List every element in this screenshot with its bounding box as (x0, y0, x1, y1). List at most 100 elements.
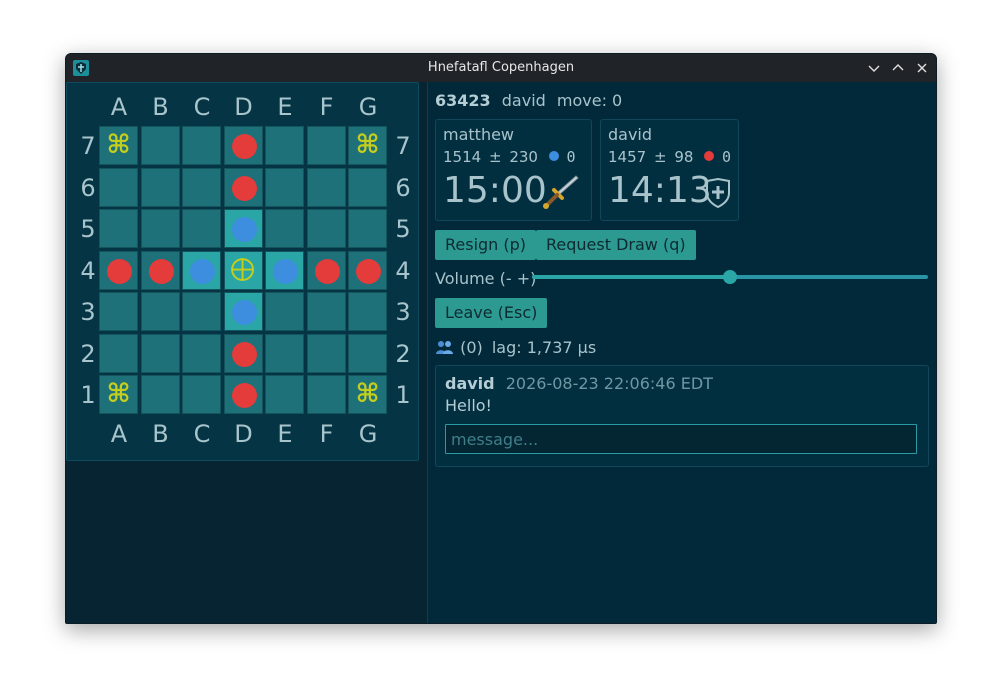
board-square-f6[interactable] (306, 167, 346, 207)
chat-input[interactable] (445, 424, 917, 454)
board-square-f1[interactable] (306, 375, 346, 414)
game-header: 63423 david move: 0 (435, 91, 622, 110)
board-square-a7[interactable]: ⌘ (99, 126, 138, 165)
minimize-icon[interactable] (866, 60, 882, 76)
maximize-icon[interactable] (890, 60, 906, 76)
board-pane: A A B B C C D D E E F F G G 7 7 6 6 5 5 4 4 3 3 2 2 1 1 ⌘ ⌘ ⌘ ⌘ (66, 82, 428, 623)
board-square-g3[interactable] (348, 292, 387, 331)
column-label-e: E (277, 93, 293, 121)
game-board: A A B B C C D D E E F F G G 7 7 6 6 5 5 4 4 3 3 2 2 1 1 ⌘ ⌘ ⌘ ⌘ (66, 82, 419, 461)
chat-message: david 2026-08-23 22:06:46 EDT (445, 374, 713, 393)
attacker-piece[interactable] (356, 258, 381, 284)
column-label-b: B (152, 93, 169, 121)
board-square-d7[interactable] (223, 126, 263, 165)
rating-deviation: 98 (674, 148, 694, 166)
board-square-e5[interactable] (265, 209, 304, 248)
board-square-a3[interactable] (99, 292, 138, 331)
attacker-piece[interactable] (231, 341, 257, 367)
attacker-piece[interactable] (231, 134, 257, 159)
board-square-e3[interactable] (265, 292, 304, 331)
board-square-a4[interactable] (99, 250, 138, 290)
board-square-c6[interactable] (182, 167, 221, 207)
column-label-c: C (193, 93, 211, 121)
board-square-f5[interactable] (306, 209, 346, 248)
board-square-d2[interactable] (223, 333, 263, 373)
board-square-b6[interactable] (140, 167, 180, 207)
board-square-c3[interactable] (182, 292, 221, 331)
board-square-c5[interactable] (182, 209, 221, 248)
board-square-e1[interactable] (265, 375, 304, 414)
player-rating: 1514 ± 230 0 (443, 148, 576, 166)
attacker-piece[interactable] (314, 258, 340, 284)
board-square-c7[interactable] (182, 126, 221, 165)
user-count: (0) (460, 338, 483, 357)
attacker-piece[interactable] (231, 175, 257, 201)
close-icon[interactable] (914, 60, 930, 76)
board-square-b1[interactable] (140, 375, 180, 414)
board-square-e7[interactable] (265, 126, 304, 165)
rating-value: 1514 (443, 148, 482, 166)
board-square-f4[interactable] (306, 250, 346, 290)
users-icon (436, 341, 453, 354)
leave-button[interactable]: Leave (Esc) (435, 298, 548, 328)
board-square-g6[interactable] (348, 167, 387, 207)
column-label-f: F (319, 93, 334, 121)
board-square-a1[interactable]: ⌘ (99, 375, 138, 414)
board-square-g2[interactable] (348, 333, 387, 373)
request-draw-button[interactable]: Request Draw (q) (536, 230, 696, 260)
defender-piece[interactable] (231, 300, 257, 325)
board-square-e4[interactable] (265, 250, 304, 290)
column-label-d: D (234, 420, 253, 448)
row-label-6: 6 (80, 173, 96, 202)
board-square-a2[interactable] (99, 333, 138, 373)
board-square-b3[interactable] (140, 292, 180, 331)
rating-value: 1457 (608, 148, 647, 166)
board-square-e2[interactable] (265, 333, 304, 373)
board-square-c4[interactable] (182, 250, 221, 290)
resign-button[interactable]: Resign (p) (435, 230, 537, 260)
player-name: david (608, 125, 653, 144)
column-label-a: A (110, 93, 128, 121)
board-square-g7[interactable]: ⌘ (348, 126, 387, 165)
board-square-f3[interactable] (306, 292, 346, 331)
row-label-1: 1 (80, 381, 96, 409)
board-square-d1[interactable] (223, 375, 263, 414)
board-square-f2[interactable] (306, 333, 346, 373)
attacker-piece[interactable] (231, 383, 257, 408)
shield-icon (706, 178, 730, 208)
board-square-g5[interactable] (348, 209, 387, 248)
defender-piece[interactable] (231, 217, 257, 242)
defender-piece[interactable] (273, 258, 298, 284)
volume-handle[interactable] (723, 270, 737, 284)
message-text: Hello! (445, 396, 492, 415)
rating-sep: ± (653, 148, 667, 166)
player-clock: 14:13 (608, 170, 712, 211)
capture-count: 0 (721, 148, 732, 166)
board-square-e6[interactable] (265, 167, 304, 207)
board-square-d5[interactable] (223, 209, 263, 248)
board-square-c1[interactable] (182, 375, 221, 414)
board-square-a6[interactable] (99, 167, 138, 207)
board-square-g4[interactable] (348, 250, 387, 290)
player-card-2: david 1457 ± 98 0 14:13 (600, 119, 739, 221)
column-label-f: F (319, 420, 334, 448)
attacker-piece[interactable] (148, 258, 174, 284)
king-piece-icon[interactable] (225, 252, 262, 289)
board-square-d3[interactable] (223, 292, 263, 331)
board-square-f7[interactable] (306, 126, 346, 165)
board-square-b4[interactable] (140, 250, 180, 290)
board-square-d6[interactable] (223, 167, 263, 207)
volume-slider[interactable] (532, 270, 928, 284)
board-square-c2[interactable] (182, 333, 221, 373)
board-square-b2[interactable] (140, 333, 180, 373)
board-square-g1[interactable]: ⌘ (348, 375, 387, 414)
board-square-b7[interactable] (140, 126, 180, 165)
board-square-b5[interactable] (140, 209, 180, 248)
board-square-d4[interactable] (223, 250, 263, 290)
row-label-7: 7 (395, 132, 411, 160)
column-label-e: E (277, 420, 293, 448)
attacker-piece[interactable] (107, 258, 132, 284)
corner-square-icon: ⌘ (106, 130, 131, 160)
board-square-a5[interactable] (99, 209, 138, 248)
defender-piece[interactable] (190, 258, 215, 284)
